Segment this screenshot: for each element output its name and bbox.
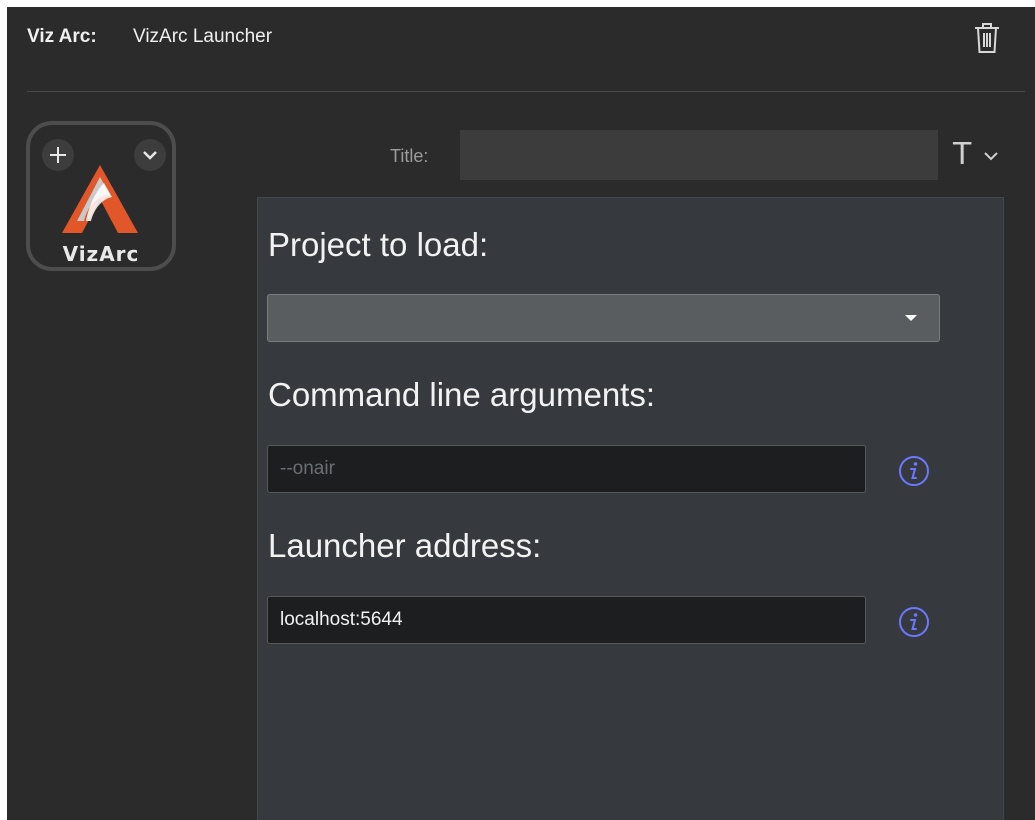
info-icon[interactable] (898, 455, 930, 487)
app-label: Viz Arc: (27, 26, 97, 47)
project-select[interactable] (267, 294, 940, 342)
app-window: Viz Arc: VizArc Launcher VizArc Title: T… (7, 7, 1035, 820)
text-format-glyph: T (953, 137, 972, 172)
header-divider (27, 91, 1025, 92)
args-input[interactable] (267, 445, 866, 493)
app-name: VizArc Launcher (133, 26, 273, 47)
caret-down-icon (905, 315, 917, 321)
info-icon[interactable] (898, 606, 930, 638)
address-input[interactable] (267, 596, 866, 644)
title-input[interactable] (460, 130, 938, 180)
launcher-icon-tile[interactable]: VizArc (26, 121, 176, 271)
header: Viz Arc: VizArc Launcher (7, 7, 1035, 77)
address-label: Launcher address: (268, 527, 542, 564)
title-label: Title: (390, 146, 429, 166)
text-format-button[interactable]: T (953, 138, 1003, 172)
trash-icon[interactable] (973, 21, 1001, 55)
project-label: Project to load: (268, 226, 489, 263)
vizarc-logo-icon (60, 163, 140, 233)
args-label: Command line arguments: (268, 376, 656, 413)
settings-panel: Project to load: Command line arguments:… (257, 197, 1004, 820)
chevron-down-icon (984, 152, 998, 161)
logo-text: VizArc (62, 242, 140, 266)
